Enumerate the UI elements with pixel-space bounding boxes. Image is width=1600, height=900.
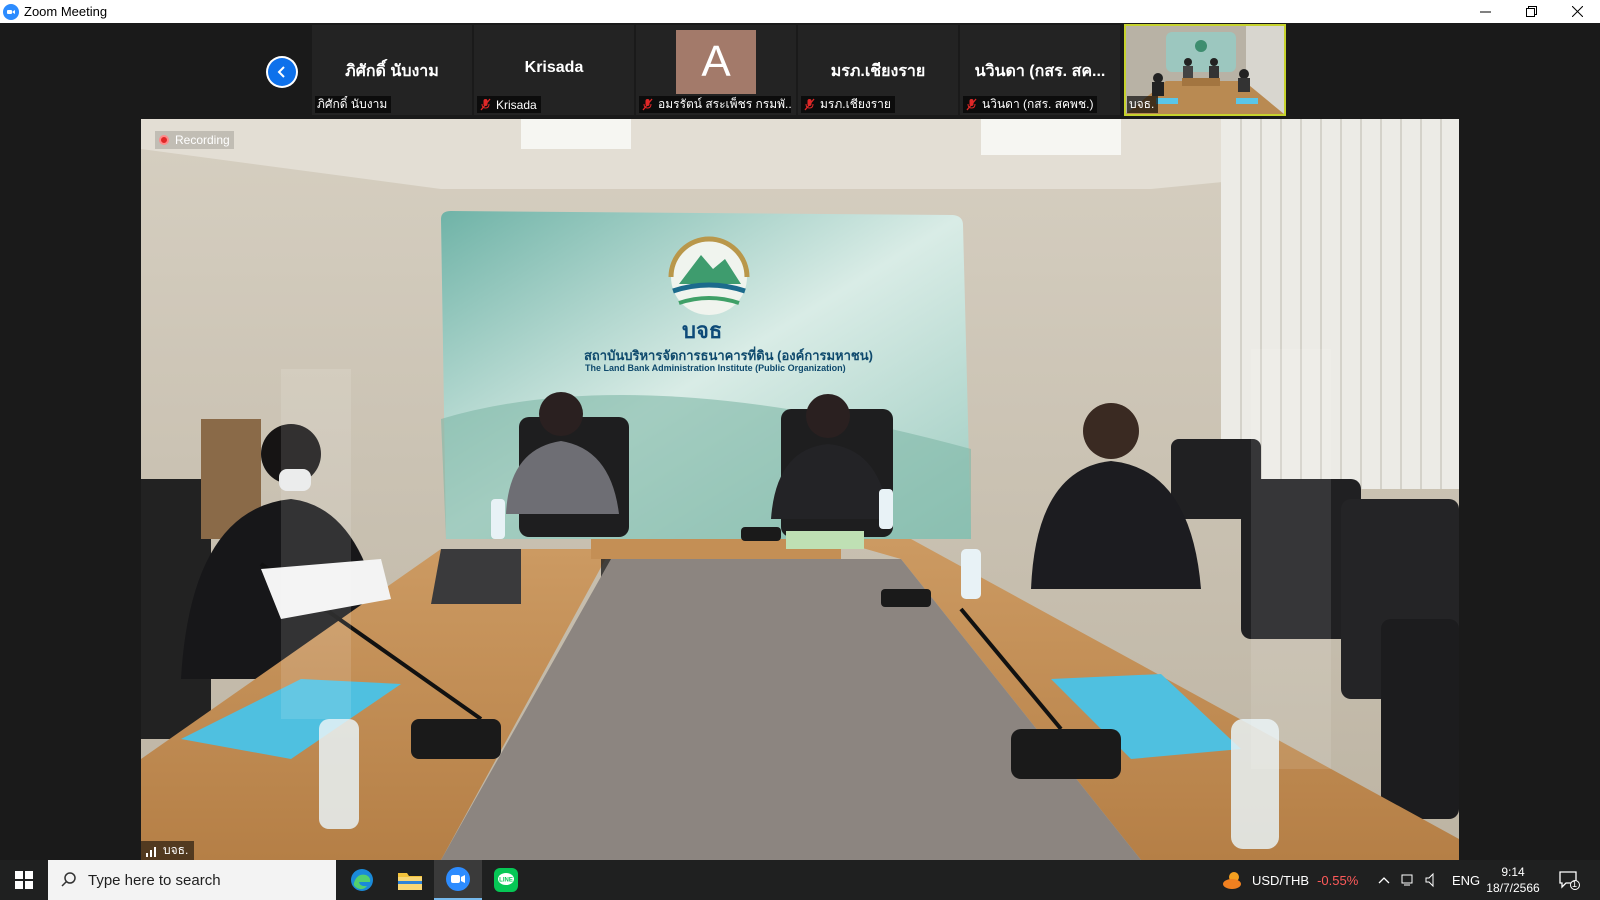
participant-display-name: Krisada [524, 59, 584, 76]
minimize-icon[interactable] [1462, 0, 1508, 23]
start-button[interactable] [0, 860, 48, 900]
chevron-up-icon[interactable] [1378, 875, 1390, 885]
recording-dot-icon [159, 135, 169, 145]
participant-tile[interactable]: A อมรรัตน์ สระเพ็ชร กรมพั... [636, 25, 796, 115]
title-bar: Zoom Meeting [0, 0, 1600, 23]
recording-indicator[interactable]: Recording [155, 131, 234, 149]
participant-name: บจธ. [1129, 97, 1155, 111]
participant-tile[interactable]: นวินดา (กสร. สค... นวินดา (กสร. สคพช.) [960, 25, 1120, 115]
search-placeholder: Type here to search [88, 871, 221, 889]
avatar: A [676, 30, 756, 94]
ticker-label: USD/THB [1252, 872, 1310, 888]
participant-name: บจธ. [163, 843, 189, 857]
previous-page-button[interactable] [266, 56, 298, 88]
main-video[interactable]: บจธ สถาบันบริหารจัดการธนาคารที่ดิน (องค์… [141, 119, 1459, 860]
windows-icon [15, 871, 33, 889]
mic-muted-icon [804, 98, 815, 111]
window-title: Zoom Meeting [24, 4, 108, 19]
weather-cloud-icon [1223, 872, 1241, 889]
windows-taskbar: Type here to search LINE USD/THB -0.55% … [0, 860, 1600, 900]
participant-label: ภิศักดิ์ นับงาม [315, 96, 392, 113]
mic-muted-icon [480, 98, 491, 111]
recording-label: Recording [175, 133, 230, 147]
video-participant-label: บจธ. [141, 841, 195, 860]
participant-name: อมรรัตน์ สระเพ็ชร กรมพั... [658, 97, 791, 111]
participant-tile-active-speaker[interactable]: บจธ. [1124, 24, 1286, 116]
clock[interactable]: 9:14 18/7/2566 [1478, 864, 1548, 896]
participant-name: มรภ.เชียงราย [820, 97, 891, 111]
signal-strength-icon [146, 846, 156, 857]
participant-tile[interactable]: ภิศักดิ์ นับงาม ภิศักดิ์ นับงาม [312, 25, 472, 115]
mic-muted-icon [642, 98, 653, 111]
search-icon [61, 872, 76, 887]
zoom-app-icon [3, 3, 19, 20]
ticker-value: -0.55% [1317, 872, 1359, 888]
network-icon[interactable] [1400, 872, 1416, 888]
chevron-left-icon [268, 58, 296, 86]
file-explorer-icon[interactable] [386, 860, 434, 900]
participant-tile[interactable]: Krisada Krisada [474, 25, 634, 115]
clock-date: 18/7/2566 [1486, 881, 1540, 895]
line-icon[interactable]: LINE [482, 860, 530, 900]
participant-label: Krisada [477, 96, 541, 113]
svg-text:LINE: LINE [499, 878, 513, 884]
participant-label: นวินดา (กสร. สคพช.) [963, 96, 1098, 113]
restore-icon[interactable] [1508, 0, 1554, 23]
backdrop-org-name-en: The Land Bank Administration Institute (… [585, 363, 846, 373]
language-indicator[interactable]: ENG [1452, 873, 1480, 888]
volume-icon[interactable] [1424, 872, 1440, 888]
participant-display-name: ภิศักดิ์ นับงาม [345, 63, 439, 80]
participant-name: ภิศักดิ์ นับงาม [317, 97, 388, 111]
stock-ticker-widget[interactable]: USD/THB -0.55% [1222, 860, 1358, 900]
participant-label: มรภ.เชียงราย [801, 96, 895, 113]
edge-icon[interactable] [338, 860, 386, 900]
backdrop-logo-abbr: บจธ [682, 318, 723, 343]
participant-display-name: นวินดา (กสร. สค... [974, 63, 1106, 80]
participant-label: อมรรัตน์ สระเพ็ชร กรมพั... [639, 96, 791, 113]
close-icon[interactable] [1554, 0, 1600, 23]
clock-time: 9:14 [1501, 865, 1525, 879]
mic-muted-icon [966, 98, 977, 111]
participant-tile[interactable]: มรภ.เชียงราย มรภ.เชียงราย [798, 25, 958, 115]
participant-label: บจธ. [1127, 96, 1159, 113]
meeting-room-video [141, 119, 1459, 860]
taskbar-search-box[interactable]: Type here to search [48, 860, 336, 900]
tray-icons: ENG [1378, 860, 1480, 900]
participant-display-name: มรภ.เชียงราย [830, 63, 926, 80]
participant-name: Krisada [496, 97, 537, 112]
participant-name: นวินดา (กสร. สคพช.) [982, 97, 1094, 111]
zoom-icon[interactable] [434, 860, 482, 900]
participant-strip: ภิศักดิ์ นับงาม ภิศักดิ์ นับงาม Krisada … [0, 23, 1600, 118]
notification-count: 1 [1572, 879, 1578, 889]
notification-center-icon[interactable]: 1 [1558, 860, 1580, 900]
